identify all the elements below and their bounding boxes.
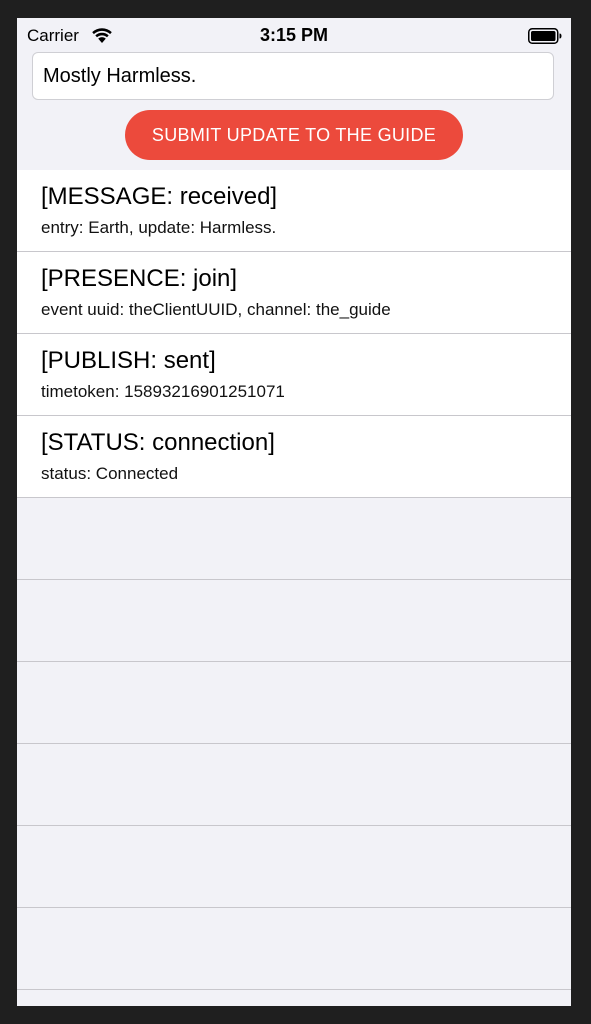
- empty-list-row: [17, 580, 571, 662]
- event-detail: entry: Earth, update: Harmless.: [41, 218, 277, 237]
- event-title: [PRESENCE: join]: [41, 265, 238, 292]
- app-screen: Carrier 3:15 PM SUBMIT UPDATE TO THE GUI…: [17, 18, 571, 1006]
- battery-full-icon: [528, 28, 562, 44]
- list-item[interactable]: [STATUS: connection] status: Connected: [17, 416, 571, 498]
- status-time: 3:15 PM: [259, 25, 329, 45]
- update-form: SUBMIT UPDATE TO THE GUIDE: [17, 52, 571, 170]
- empty-list-row: [17, 744, 571, 826]
- event-title: [STATUS: connection]: [41, 429, 275, 456]
- list-item[interactable]: [PUBLISH: sent] timetoken: 1589321690125…: [17, 334, 571, 416]
- guide-update-input[interactable]: [32, 52, 554, 100]
- event-title: [MESSAGE: received]: [41, 183, 278, 210]
- event-detail: event uuid: theClientUUID, channel: the_…: [41, 300, 391, 319]
- empty-list-row: [17, 908, 571, 990]
- event-title: [PUBLISH: sent]: [41, 347, 216, 374]
- empty-list-row: [17, 498, 571, 580]
- list-item[interactable]: [MESSAGE: received] entry: Earth, update…: [17, 170, 571, 252]
- empty-list-row: [17, 662, 571, 744]
- submit-update-button[interactable]: SUBMIT UPDATE TO THE GUIDE: [125, 110, 463, 160]
- event-detail: status: Connected: [41, 464, 179, 483]
- empty-list-row: [17, 826, 571, 908]
- device-frame: Carrier 3:15 PM SUBMIT UPDATE TO THE GUI…: [0, 0, 591, 1024]
- status-bar: Carrier 3:15 PM: [17, 18, 571, 52]
- event-detail: timetoken: 15893216901251071: [41, 382, 285, 401]
- event-log-list: [MESSAGE: received] entry: Earth, update…: [17, 170, 571, 990]
- list-item[interactable]: [PRESENCE: join] event uuid: theClientUU…: [17, 252, 571, 334]
